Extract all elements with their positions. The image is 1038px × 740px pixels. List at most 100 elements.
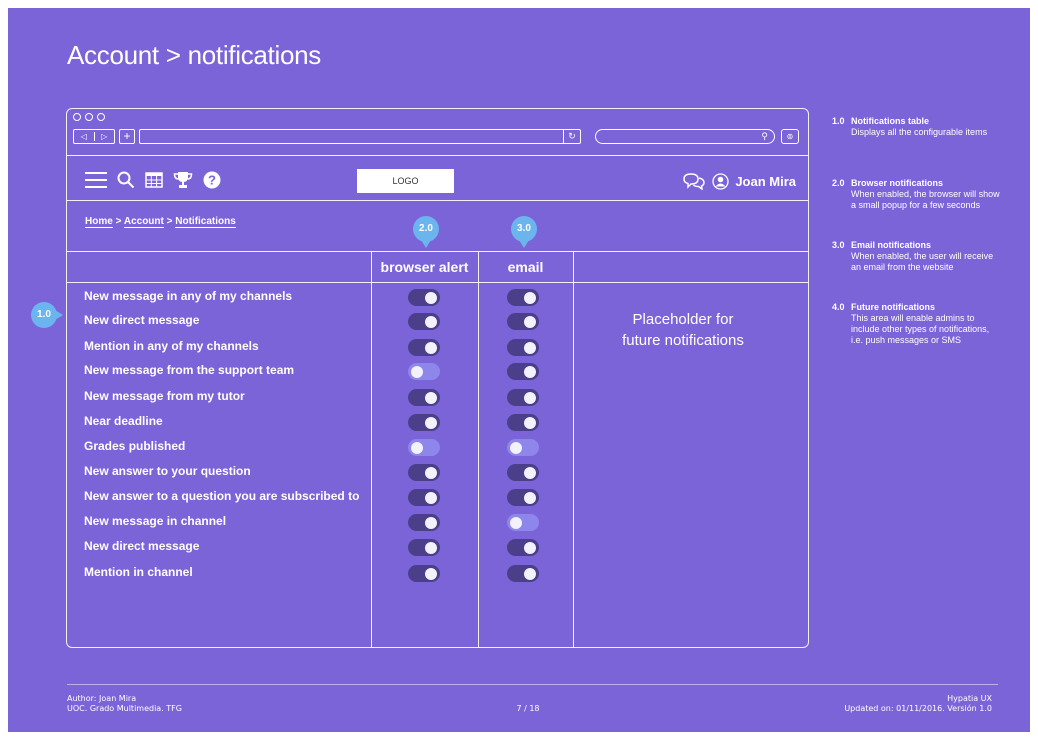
note-number: 2.0 (832, 178, 845, 188)
close-dot[interactable] (73, 113, 81, 121)
email-toggle[interactable] (507, 289, 539, 306)
browser-alert-toggle[interactable] (408, 289, 440, 306)
email-toggle[interactable] (507, 464, 539, 481)
browser-alert-toggle[interactable] (408, 389, 440, 406)
email-toggle[interactable] (507, 565, 539, 582)
footer-left: Author: Joan Mira UOC. Grado Multimedia.… (67, 694, 182, 714)
download-icon[interactable]: ⊚ (781, 129, 799, 144)
grid-icon[interactable] (145, 172, 163, 188)
note-description: i.e. push messages or SMS (851, 335, 962, 345)
search-icon[interactable] (117, 171, 135, 189)
note-heading: Email notifications (851, 240, 932, 250)
annotation-pin-1: 1.0 (31, 302, 63, 328)
email-toggle[interactable] (507, 414, 539, 431)
browser-alert-toggle[interactable] (408, 464, 440, 481)
placeholder-line: Placeholder for (632, 311, 734, 328)
menu-icon[interactable] (85, 171, 107, 189)
placeholder-line: future notifications (622, 332, 744, 349)
chat-icon[interactable] (682, 172, 706, 190)
note-number: 4.0 (832, 302, 845, 312)
note-heading: Browser notifications (851, 178, 944, 188)
browser-alert-toggle[interactable] (408, 514, 440, 531)
row-label: New message in any of my channels (84, 289, 293, 303)
page-title: Account > notifications (67, 40, 321, 70)
note-number: 1.0 (832, 116, 845, 126)
row-label: New direct message (84, 313, 200, 327)
user-menu[interactable]: Joan Mira (682, 172, 796, 190)
row-label: New message from my tutor (84, 389, 245, 403)
toggle-knob (524, 291, 536, 304)
forward-icon[interactable]: ▷ (95, 132, 115, 141)
footer-brand: Hypatia UX (947, 694, 992, 703)
note-heading: Notifications table (851, 116, 930, 126)
browser-alert-toggle[interactable] (408, 339, 440, 356)
toggle-knob (524, 391, 536, 404)
row-label: New message from the support team (84, 363, 295, 377)
email-toggle[interactable] (507, 489, 539, 506)
toggle-knob (425, 466, 437, 479)
row-label: Mention in any of my channels (84, 339, 259, 353)
new-tab-button[interactable]: + (119, 129, 135, 144)
email-toggle[interactable] (507, 389, 539, 406)
footer-org: UOC. Grado Multimedia. TFG (67, 704, 182, 713)
breadcrumb-current: Notifications (175, 216, 236, 228)
note-number: 3.0 (832, 240, 845, 250)
annotation-pin-3: 3.0 (511, 216, 537, 248)
row-label: Grades published (84, 439, 186, 453)
address-bar[interactable]: ↻ (139, 129, 581, 144)
browser-alert-toggle[interactable] (408, 439, 440, 456)
help-icon[interactable]: ? (203, 171, 221, 189)
search-icon[interactable]: ⚲ (761, 130, 768, 143)
note-description: When enabled, the browser will show (851, 189, 1000, 199)
toggle-knob (510, 516, 522, 529)
logo[interactable]: LOGO (357, 169, 454, 193)
email-toggle[interactable] (507, 439, 539, 456)
toggle-knob (524, 315, 536, 328)
browser-alert-toggle[interactable] (408, 539, 440, 556)
browser-alert-toggle[interactable] (408, 565, 440, 582)
browser-alert-toggle[interactable] (408, 363, 440, 380)
browser-alert-toggle[interactable] (408, 489, 440, 506)
column-divider (478, 251, 479, 648)
email-toggle[interactable] (507, 363, 539, 380)
back-icon[interactable]: ◁ (74, 132, 95, 141)
email-toggle[interactable] (507, 539, 539, 556)
browser-alert-toggle[interactable] (408, 414, 440, 431)
toggle-knob (524, 466, 536, 479)
row-label: New answer to your question (84, 464, 251, 478)
table-top-border (67, 251, 808, 252)
note-description: a small popup for a few seconds (851, 200, 981, 210)
avatar-icon[interactable] (712, 172, 729, 190)
maximize-dot[interactable] (97, 113, 105, 121)
toggle-knob (524, 491, 536, 504)
browser-window: ◁ ▷ + ↻ ⚲ ⊚ ? LOGO Joan Mira Home > Acco… (66, 108, 809, 648)
toggle-knob (411, 441, 423, 454)
minimize-dot[interactable] (85, 113, 93, 121)
breadcrumb-home[interactable]: Home (85, 216, 113, 228)
browser-search-input[interactable]: ⚲ (595, 129, 775, 144)
email-toggle[interactable] (507, 514, 539, 531)
toggle-knob (425, 315, 437, 328)
toolbar-divider (67, 155, 808, 156)
footer-updated: Updated on: 01/11/2016. Versión 1.0 (844, 704, 992, 713)
toggle-knob (425, 567, 437, 580)
toggle-knob (425, 516, 437, 529)
toggle-knob (524, 567, 536, 580)
email-toggle[interactable] (507, 339, 539, 356)
breadcrumb-account[interactable]: Account (123, 216, 164, 228)
future-notifications-placeholder: Placeholder for future notifications (573, 309, 793, 351)
breadcrumb-separator: > (166, 216, 173, 227)
toggle-knob (425, 416, 437, 429)
trophy-icon[interactable] (173, 171, 193, 189)
toggle-knob (524, 365, 536, 378)
toggle-knob (524, 341, 536, 354)
window-controls (73, 113, 105, 121)
breadcrumb-separator: > (115, 216, 122, 227)
email-toggle[interactable] (507, 313, 539, 330)
reload-icon[interactable]: ↻ (563, 130, 580, 143)
column-header-browser-alert: browser alert (380, 259, 469, 275)
header-divider (67, 200, 808, 201)
browser-alert-toggle[interactable] (408, 313, 440, 330)
history-nav: ◁ ▷ (73, 129, 115, 144)
column-divider (371, 251, 372, 648)
